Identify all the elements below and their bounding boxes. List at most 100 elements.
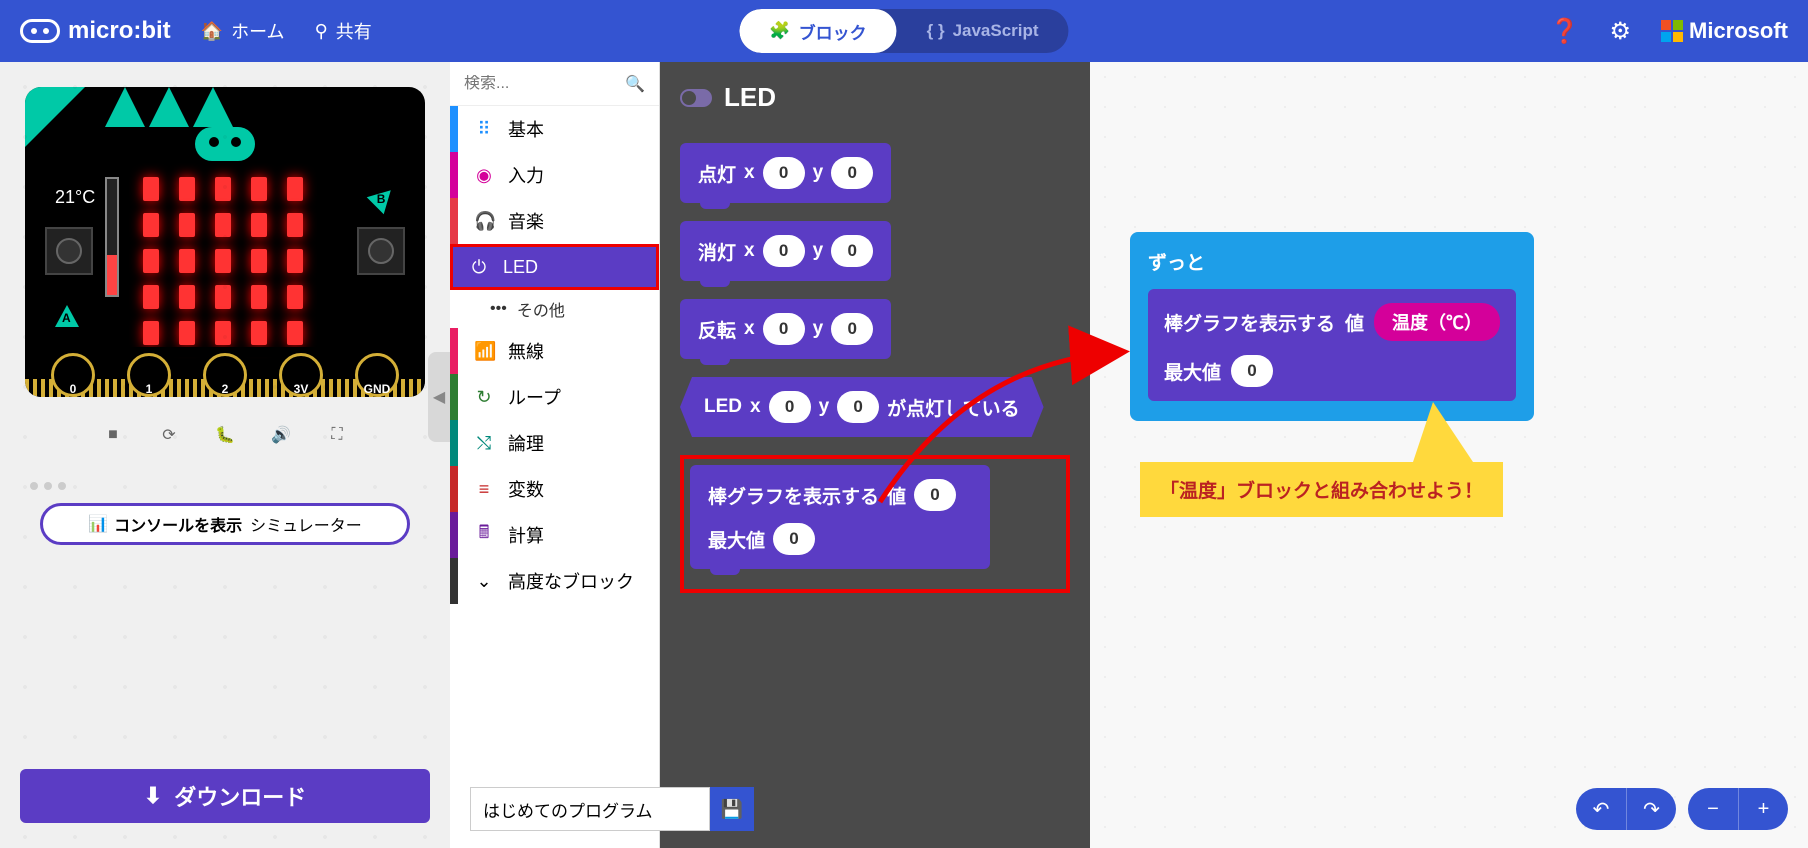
pin-3v[interactable]: 3V — [279, 353, 323, 397]
console-label-rest: シミュレーター — [250, 512, 362, 536]
sim-button-a[interactable] — [45, 227, 93, 275]
num-input[interactable]: 0 — [763, 157, 805, 189]
home-icon: 🏠 — [201, 21, 223, 42]
microbit-logo-icon — [20, 19, 60, 43]
block-toggle[interactable]: 反転 x 0 y 0 — [680, 299, 891, 359]
simulator-panel: 21°C 0 1 2 3V GND ■ ⟳ — [0, 62, 450, 848]
sim-button-b[interactable] — [357, 227, 405, 275]
callout-annotation: 「温度」ブロックと組み合わせよう！ — [1140, 462, 1503, 517]
num-input[interactable]: 0 — [837, 391, 879, 423]
target-icon: ◉ — [474, 165, 494, 186]
blocks-toggle[interactable]: 🧩 ブロック — [739, 9, 896, 53]
block-point[interactable]: LED x 0 y 0 が点灯している — [680, 377, 1044, 437]
pin-0[interactable]: 0 — [51, 353, 95, 397]
share-label: 共有 — [336, 18, 372, 44]
category-basic[interactable]: ⠿ 基本 — [450, 106, 659, 152]
puzzle-icon: 🧩 — [769, 21, 790, 41]
led-toggle-icon — [680, 89, 712, 107]
download-button[interactable]: ⬇ ダウンロード — [20, 769, 430, 823]
braces-icon: { } — [927, 21, 945, 41]
flyout-title: LED — [680, 82, 1070, 113]
console-label-bold: 📊 コンソールを表示 — [88, 512, 242, 536]
bar-chart-icon: 📊 — [88, 514, 108, 534]
js-toggle-label: JavaScript — [953, 21, 1039, 41]
js-toggle[interactable]: { } JavaScript — [897, 9, 1069, 53]
save-icon: 💾 — [721, 799, 743, 820]
grid-icon: ⠿ — [474, 119, 494, 140]
toolbox-search[interactable]: 🔍 — [450, 62, 659, 106]
blocks-toggle-label: ブロック — [799, 19, 867, 44]
forever-block[interactable]: ずっと 棒グラフを表示する 値 温度（℃） 最大値 0 — [1130, 232, 1534, 421]
sim-restart-button[interactable]: ⟳ — [151, 417, 187, 453]
num-input[interactable]: 0 — [769, 391, 811, 423]
block-plot[interactable]: 点灯 x 0 y 0 — [680, 143, 891, 203]
sim-audio-button[interactable]: 🔊 — [263, 417, 299, 453]
category-led[interactable]: ⏻ LED — [450, 244, 659, 290]
category-variables[interactable]: ≡ 変数 — [450, 466, 659, 512]
share-nav[interactable]: ⚲ 共有 — [315, 18, 372, 44]
category-advanced[interactable]: ⌄ 高度なブロック — [450, 558, 659, 604]
pin-1[interactable]: 1 — [127, 353, 171, 397]
undo-redo-group: ↶ ↷ — [1576, 788, 1676, 830]
led-grid — [143, 177, 307, 349]
sim-pager — [30, 482, 66, 490]
category-radio[interactable]: 📶 無線 — [450, 328, 659, 374]
sim-temp-bar[interactable] — [105, 177, 119, 297]
settings-icon[interactable]: ⚙ — [1609, 17, 1631, 46]
label-a — [55, 305, 79, 327]
zoom-out-button[interactable]: − — [1688, 788, 1738, 830]
list-icon: ≡ — [474, 479, 494, 500]
ms-label: Microsoft — [1689, 18, 1788, 44]
home-nav[interactable]: 🏠 ホーム — [201, 18, 285, 44]
sim-controls: ■ ⟳ 🐛 🔊 ⛶ — [95, 417, 355, 453]
category-led-more[interactable]: ••• その他 — [450, 290, 659, 328]
num-input[interactable]: 0 — [1231, 355, 1273, 387]
category-input[interactable]: ◉ 入力 — [450, 152, 659, 198]
category-logic[interactable]: ⤭ 論理 — [450, 420, 659, 466]
microbit-simulator[interactable]: 21°C 0 1 2 3V GND — [25, 87, 425, 397]
share-icon: ⚲ — [315, 21, 328, 42]
num-input[interactable]: 0 — [914, 479, 956, 511]
sim-fullscreen-button[interactable]: ⛶ — [319, 417, 355, 453]
toolbox-collapse-button[interactable]: ◀ — [428, 352, 450, 442]
zoom-in-button[interactable]: + — [1738, 788, 1788, 830]
project-name-input[interactable] — [470, 787, 710, 831]
pin-2[interactable]: 2 — [203, 353, 247, 397]
highlight-annotation: 棒グラフを表示する 値 0 最大値 0 — [680, 455, 1070, 593]
more-icon: ••• — [490, 300, 507, 318]
toggle-icon: ⏻ — [469, 257, 489, 278]
block-bargraph[interactable]: 棒グラフを表示する 値 0 最大値 0 — [690, 465, 990, 569]
download-icon: ⬇ — [144, 783, 162, 809]
category-loops[interactable]: ↻ ループ — [450, 374, 659, 420]
category-math[interactable]: 🖩 計算 — [450, 512, 659, 558]
bargraph-in-forever[interactable]: 棒グラフを表示する 値 温度（℃） 最大値 0 — [1148, 289, 1516, 401]
calculator-icon: 🖩 — [474, 520, 494, 550]
num-input[interactable]: 0 — [773, 523, 815, 555]
num-input[interactable]: 0 — [831, 157, 873, 189]
pin-gnd[interactable]: GND — [355, 353, 399, 397]
sim-stop-button[interactable]: ■ — [95, 417, 131, 453]
redo-button[interactable]: ↷ — [1626, 788, 1676, 830]
block-flyout: LED 点灯 x 0 y 0 消灯 x 0 y 0 反転 x 0 y 0 LED… — [660, 62, 1090, 848]
shuffle-icon: ⤭ — [474, 433, 494, 454]
block-unplot[interactable]: 消灯 x 0 y 0 — [680, 221, 891, 281]
temperature-block[interactable]: 温度（℃） — [1374, 303, 1500, 341]
workspace[interactable]: ずっと 棒グラフを表示する 値 温度（℃） 最大値 0 「温度」ブロックと組み合… — [1090, 62, 1808, 848]
main-area: 21°C 0 1 2 3V GND ■ ⟳ — [0, 62, 1808, 848]
num-input[interactable]: 0 — [763, 235, 805, 267]
num-input[interactable]: 0 — [831, 313, 873, 345]
category-music[interactable]: 🎧 音楽 — [450, 198, 659, 244]
logo[interactable]: micro:bit — [20, 17, 171, 45]
search-input[interactable] — [464, 75, 604, 93]
sim-debug-button[interactable]: 🐛 — [207, 417, 243, 453]
num-input[interactable]: 0 — [831, 235, 873, 267]
app-header: micro:bit 🏠 ホーム ⚲ 共有 🧩 ブロック { } JavaScri… — [0, 0, 1808, 62]
search-icon: 🔍 — [625, 74, 645, 94]
show-console-button[interactable]: 📊 コンソールを表示 シミュレーター — [40, 503, 410, 545]
microsoft-logo[interactable]: Microsoft — [1661, 18, 1788, 44]
forever-label: ずっと — [1148, 248, 1516, 275]
num-input[interactable]: 0 — [763, 313, 805, 345]
undo-button[interactable]: ↶ — [1576, 788, 1626, 830]
save-button[interactable]: 💾 — [710, 787, 754, 831]
help-icon[interactable]: ❓ — [1550, 17, 1580, 46]
